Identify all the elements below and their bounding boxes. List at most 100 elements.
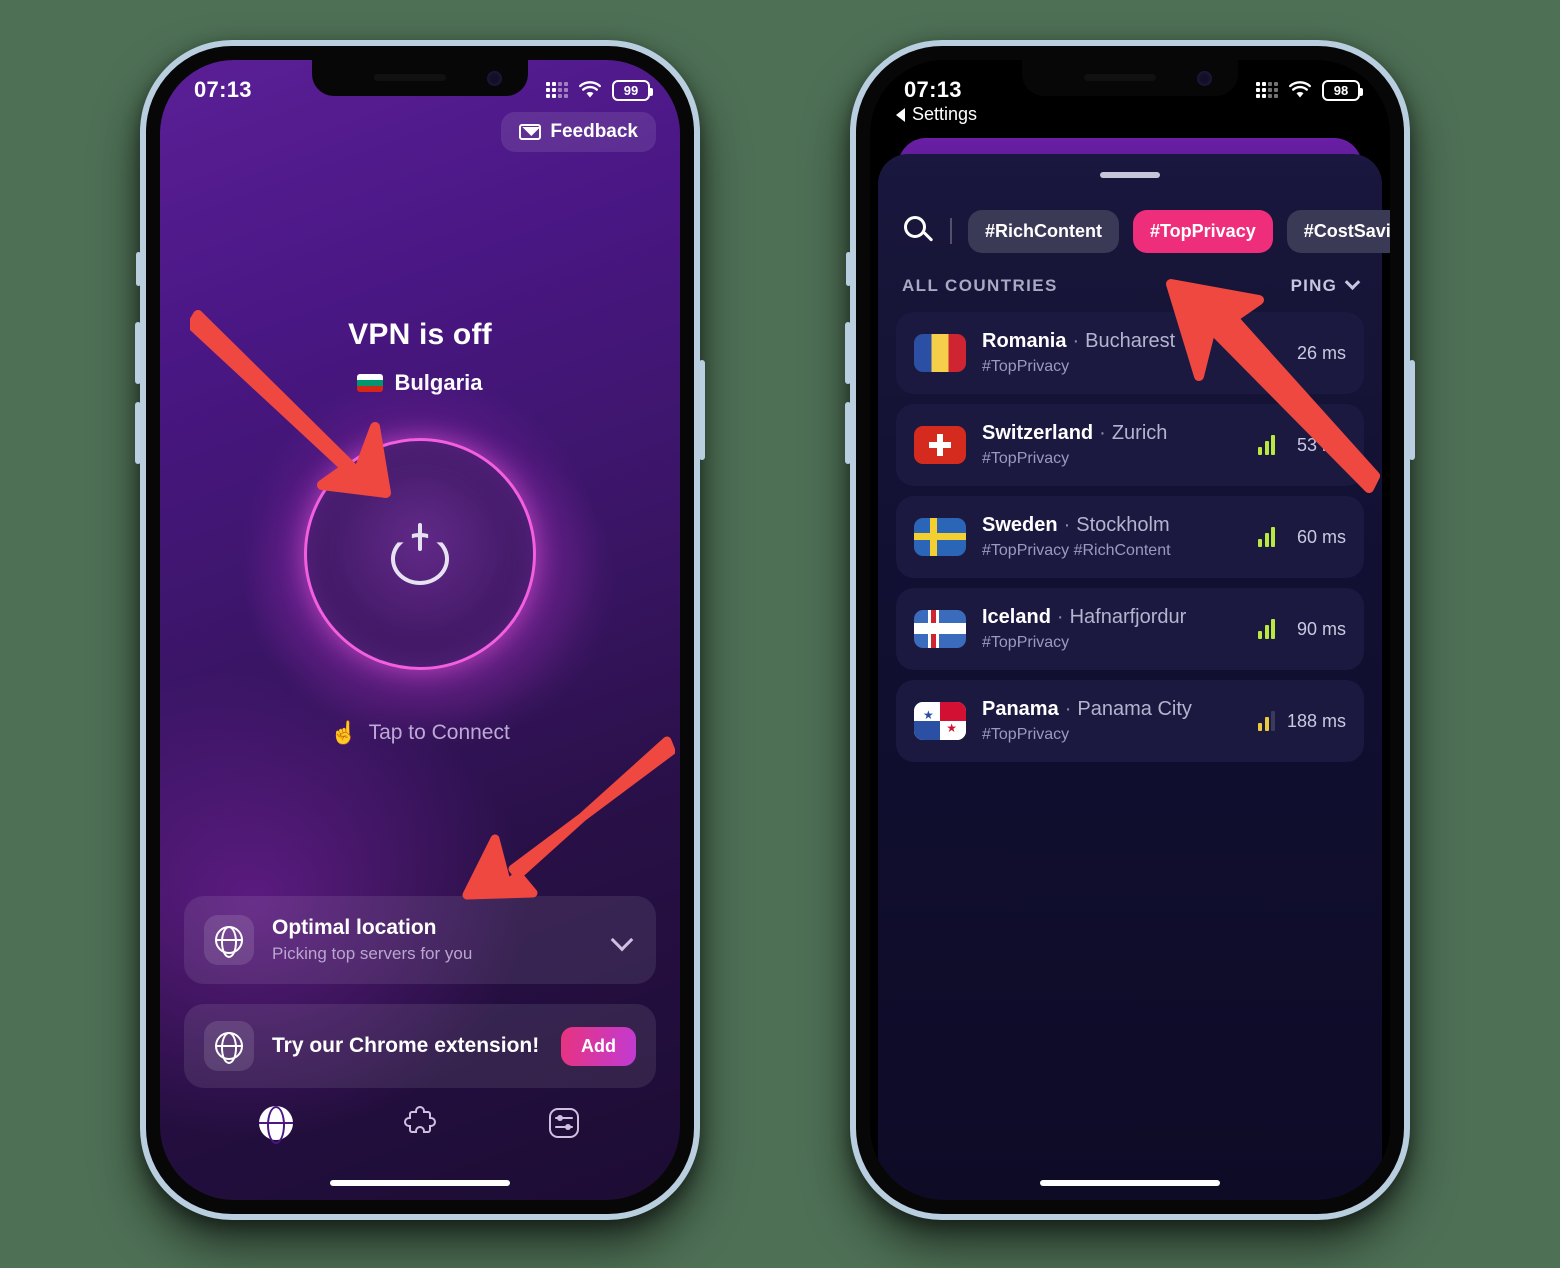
tab-extensions[interactable] — [400, 1103, 440, 1143]
power-button-wrap[interactable] — [238, 372, 602, 736]
ping-value: 60 ms — [1296, 526, 1346, 547]
vpn-status-title: VPN is off — [348, 318, 492, 351]
separator-dot: · — [1064, 698, 1072, 720]
panama-flag-icon: ★ ★ — [914, 702, 966, 740]
mute-switch[interactable] — [846, 252, 851, 286]
tap-to-connect-label: Tap to Connect — [368, 721, 510, 744]
server-list-sheet: #RichContent #TopPrivacy #CostSaving ALL… — [878, 154, 1390, 1200]
left-phone-device: 07:13 99 Feedback VPN is off ☝ Tap to Co… — [135, 40, 705, 1220]
city-name: Bucharest — [1085, 330, 1176, 352]
city-name: Zurich — [1111, 422, 1168, 444]
back-to-settings-link[interactable]: Settings — [896, 104, 977, 125]
country-name: Sweden — [982, 514, 1058, 536]
volume-down-button[interactable] — [135, 402, 141, 464]
separator-dot: · — [1056, 606, 1064, 628]
screenshot-stage: 07:13 99 Feedback VPN is off ☝ Tap to Co… — [0, 0, 1560, 1268]
battery-indicator: 98 — [1322, 79, 1363, 101]
country-name: Switzerland — [982, 422, 1094, 444]
status-time: 07:13 — [904, 77, 962, 102]
row-ping: 60 ms — [1258, 527, 1346, 548]
search-icon[interactable] — [904, 216, 934, 246]
row-ping: 26 ms — [1286, 343, 1346, 364]
tab-settings[interactable] — [544, 1103, 584, 1143]
table-row[interactable]: Sweden · Stockholm #TopPrivacy #RichConten… — [896, 496, 1364, 578]
row-tags: #TopPrivacy — [982, 634, 1070, 651]
city-name: Stockholm — [1076, 514, 1170, 536]
row-tags: #TopPrivacy — [982, 726, 1070, 743]
left-phone-bezel: 07:13 99 Feedback VPN is off ☝ Tap to Co… — [146, 46, 694, 1214]
add-extension-button[interactable]: Add — [561, 1026, 636, 1066]
tag-rich-content[interactable]: #RichContent — [968, 209, 1119, 253]
row-title: Panama · Panama City — [982, 698, 1242, 721]
row-tags: #TopPrivacy — [982, 450, 1070, 467]
optimal-location-card[interactable]: Optimal location Picking top servers for… — [184, 896, 656, 984]
chrome-extension-icon-box — [204, 1021, 254, 1071]
signal-dots-icon — [546, 82, 568, 98]
puzzle-icon — [404, 1106, 436, 1133]
earpiece-speaker — [374, 74, 446, 81]
signal-dots-icon — [1256, 82, 1278, 98]
tag-cost-saving[interactable]: #CostSaving — [1286, 209, 1390, 253]
notch — [1022, 60, 1238, 96]
country-name: Panama — [982, 698, 1059, 720]
volume-up-button[interactable] — [135, 322, 141, 384]
row-ping: 53 ms — [1258, 435, 1346, 456]
country-name: Iceland — [982, 606, 1051, 628]
status-time: 07:13 — [194, 77, 252, 102]
sort-label: PING — [1290, 276, 1337, 295]
status-icons: 98 — [1256, 79, 1363, 101]
device-power-button[interactable] — [1409, 360, 1415, 460]
tag-top-privacy[interactable]: #TopPrivacy — [1133, 209, 1273, 253]
battery-indicator: 99 — [612, 79, 653, 101]
server-list-screen: 07:13 98 Settings #RichContent #TopPriva… — [870, 60, 1390, 1200]
home-indicator[interactable] — [330, 1180, 510, 1186]
city-name: Panama City — [1077, 698, 1192, 720]
signal-bars-icon — [1258, 435, 1275, 455]
device-power-button[interactable] — [699, 360, 705, 460]
tap-hand-icon: ☝ — [330, 720, 358, 745]
table-row[interactable]: Iceland · Hafnarfjordur #TopPrivacy 90 ms — [896, 588, 1364, 670]
table-row[interactable]: Romania · Bucharest #TopPrivacy 26 ms — [896, 312, 1364, 394]
globe-solid-icon — [259, 1106, 293, 1140]
sort-by-ping-button[interactable]: PING — [1290, 273, 1361, 296]
chrome-extension-card[interactable]: Try our Chrome extension! Add — [184, 1004, 656, 1088]
sheet-grabber[interactable] — [1100, 172, 1160, 178]
volume-down-button[interactable] — [845, 402, 851, 464]
list-header: ALL COUNTRIES PING — [902, 273, 1361, 296]
front-camera — [1197, 71, 1212, 86]
globe-icon — [215, 926, 243, 954]
row-ping: 90 ms — [1258, 619, 1346, 640]
table-row[interactable]: ★ ★ Panama · Panama City #TopPrivacy 188 m — [896, 680, 1364, 762]
volume-up-button[interactable] — [845, 322, 851, 384]
iceland-flag-icon — [914, 610, 966, 648]
all-countries-label: ALL COUNTRIES — [902, 276, 1058, 295]
row-ping: 188 ms — [1258, 711, 1346, 732]
chrome-extension-title: Try our Chrome extension! — [272, 1034, 540, 1057]
bottom-tab-bar — [160, 1092, 680, 1154]
ping-value: 26 ms — [1296, 342, 1346, 363]
tab-vpn[interactable] — [256, 1103, 296, 1143]
row-title: Sweden · Stockholm — [982, 514, 1242, 537]
chevron-down-icon — [1344, 273, 1361, 290]
status-icons: 99 — [546, 79, 653, 101]
optimal-location-icon-box — [204, 915, 254, 965]
wifi-icon — [578, 81, 602, 99]
right-phone-bezel: 07:13 98 Settings #RichContent #TopPriva… — [856, 46, 1404, 1214]
table-row[interactable]: Switzerland · Zurich #TopPrivacy 53 ms — [896, 404, 1364, 486]
row-title: Switzerland · Zurich — [982, 422, 1242, 445]
vpn-status-block: VPN is off Bulgaria — [160, 60, 680, 396]
connect-power-button[interactable] — [304, 438, 536, 670]
mute-switch[interactable] — [136, 252, 141, 286]
sliders-icon — [549, 1108, 579, 1138]
ping-value: 188 ms — [1286, 710, 1346, 731]
notch — [312, 60, 528, 96]
chevron-down-icon[interactable] — [610, 928, 634, 952]
romania-flag-icon — [914, 334, 966, 372]
right-phone-device: 07:13 98 Settings #RichContent #TopPriva… — [845, 40, 1415, 1220]
country-name: Romania — [982, 330, 1067, 352]
earpiece-speaker — [1084, 74, 1156, 81]
separator-dot: · — [1099, 422, 1106, 444]
home-indicator[interactable] — [1040, 1180, 1220, 1186]
signal-bars-icon — [1258, 711, 1275, 731]
signal-bars-icon — [1258, 619, 1275, 639]
